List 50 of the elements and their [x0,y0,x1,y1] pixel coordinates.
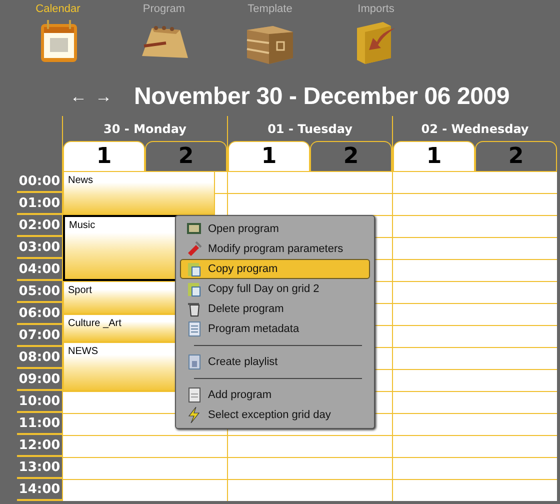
calendar-cell[interactable] [393,259,557,281]
calendar-cell[interactable] [393,193,557,215]
calendar-cell[interactable] [393,325,557,347]
calendar-cell[interactable] [393,237,557,259]
grid-tab[interactable]: 2 [310,141,392,171]
calendar-cell[interactable] [63,435,227,457]
program-block[interactable]: News [63,171,215,215]
day-label: 02 - Wednesday [420,121,530,138]
document-icon [186,354,202,370]
menu-item[interactable]: Select exception grid day [180,405,370,425]
date-range-title: November 30 - December 06 2009 [134,82,510,112]
calendar-cell[interactable] [393,391,557,413]
day-label: 30 - Monday [102,121,188,138]
calendar-cell[interactable] [393,347,557,369]
calendar-cell[interactable] [393,303,557,325]
calendar-cell[interactable] [63,479,227,501]
calendar-cell[interactable] [215,171,227,193]
grid-tab[interactable]: 2 [145,141,227,171]
calendar-cell[interactable] [228,193,392,215]
lightning-icon [186,407,202,423]
calendar-cell[interactable] [393,171,557,193]
document-icon [186,387,202,403]
grid-tab[interactable]: 1 [63,141,145,171]
menu-item[interactable]: Copy program [180,259,370,279]
calendar-cell[interactable] [228,457,392,479]
calendar-cell[interactable] [215,193,227,215]
grid-tab[interactable]: 1 [228,141,310,171]
grid-tab[interactable]: 1 [393,141,475,171]
toolbar-button[interactable]: Calendar [5,0,111,78]
clipboard-icon [186,261,202,277]
calendar-cell[interactable] [228,435,392,457]
day-label: 01 - Tuesday [266,121,354,138]
calendar-cell[interactable] [393,457,557,479]
grid-tab[interactable]: 2 [475,141,557,171]
clipboard-icon [186,281,202,297]
calendar-cell[interactable] [228,479,392,501]
next-button[interactable]: → [91,87,116,107]
calendar-cell[interactable] [393,413,557,435]
calendar-cell[interactable] [393,435,557,457]
calendar-cell[interactable] [393,215,557,237]
calendar-cell[interactable] [393,479,557,501]
trash-icon [186,301,202,317]
previous-button[interactable]: ← [66,87,91,107]
calendar-cell[interactable] [63,457,227,479]
calendar-cell[interactable] [393,281,557,303]
calendar-cell[interactable] [393,369,557,391]
calendar-cell[interactable] [228,171,392,193]
document-icon [186,321,202,337]
wrench-icon [186,241,202,257]
monitor-icon [186,221,202,237]
